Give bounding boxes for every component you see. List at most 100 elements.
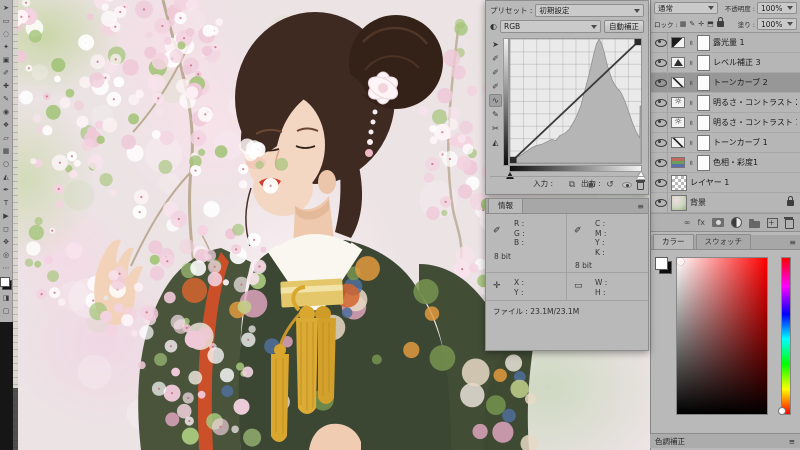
new-group-button[interactable]: [749, 221, 760, 228]
clone-stamp-tool[interactable]: ◉: [0, 106, 12, 119]
view-previous-state-button[interactable]: ◉: [584, 179, 598, 191]
blur-tool[interactable]: ○: [0, 158, 12, 171]
foreground-color-swatch[interactable]: [655, 257, 668, 270]
layer-thumbnail[interactable]: [671, 77, 685, 88]
hue-slider-marker[interactable]: [778, 407, 786, 415]
layer-name[interactable]: レイヤー 1: [690, 177, 729, 188]
layer-thumbnail[interactable]: [671, 117, 685, 128]
layer-thumbnail[interactable]: [671, 137, 685, 148]
layer-mask-thumbnail[interactable]: [697, 155, 710, 171]
draw-curve-pencil[interactable]: ✎: [489, 108, 502, 121]
color-picker-marker[interactable]: [677, 258, 684, 265]
色相・彩度1[interactable]: ∞ 色相・彩度1: [651, 153, 800, 173]
hand-tool[interactable]: ✥: [0, 236, 12, 249]
preset-select[interactable]: 初期設定: [535, 4, 644, 17]
layer-name[interactable]: 明るさ・コントラスト 1: [713, 117, 797, 128]
lock-artboard-icon[interactable]: ⬒: [707, 20, 714, 28]
reset-adjustment-button[interactable]: ↺: [603, 179, 617, 191]
layer-visibility-toggle[interactable]: [654, 93, 668, 112]
black-point-sampler[interactable]: ✐: [489, 52, 502, 65]
layer-thumbnail[interactable]: [671, 175, 687, 191]
lock-paint-icon[interactable]: ✎: [689, 20, 695, 28]
saturation-brightness-field[interactable]: [676, 257, 768, 415]
shape-tool[interactable]: ◻: [0, 223, 12, 236]
clip-to-layer-button[interactable]: ⧉: [565, 179, 579, 191]
lasso-tool[interactable]: ◌: [0, 28, 12, 41]
type-tool[interactable]: T: [0, 197, 12, 210]
bit-depth-right[interactable]: 8 bit: [575, 261, 642, 270]
foreground-background-swatches[interactable]: [0, 277, 12, 290]
channel-select[interactable]: RGB: [500, 20, 601, 33]
curve-point-shadow[interactable]: [510, 157, 517, 163]
path-select-tool[interactable]: ▶: [0, 210, 12, 223]
blend-mode-select[interactable]: 通常: [654, 2, 718, 14]
new-layer-button[interactable]: [767, 218, 778, 228]
brush-tool[interactable]: ✎: [0, 93, 12, 106]
spot-healing-tool[interactable]: ✚: [0, 80, 12, 93]
layer-visibility-toggle[interactable]: [654, 53, 668, 72]
gradient-tool[interactable]: ▦: [0, 145, 12, 158]
レイヤー 1[interactable]: ∞ レイヤー 1: [651, 173, 800, 193]
adjustments-collapsed-tab[interactable]: 色調補正 ≡: [650, 433, 800, 448]
gray-point-sampler[interactable]: ✐: [489, 66, 502, 79]
レベル補正 3[interactable]: ∞ レベル補正 3: [651, 53, 800, 73]
foreground-color-swatch[interactable]: [0, 277, 10, 287]
clipping-display-icon[interactable]: ◭: [489, 136, 502, 149]
panel-menu-icon[interactable]: ≡: [637, 202, 644, 211]
layer-visibility-toggle[interactable]: [654, 73, 668, 92]
foreground-background-swatches[interactable]: [655, 257, 672, 274]
hue-slider[interactable]: [781, 257, 791, 415]
history-brush-tool[interactable]: ❖: [0, 119, 12, 132]
明るさ・コントラスト 2[interactable]: ∞ 明るさ・コントラスト 2: [651, 93, 800, 113]
layer-thumbnail[interactable]: [671, 195, 687, 211]
auto-correct-button[interactable]: 自動補正: [604, 20, 644, 33]
delete-adjustment-button[interactable]: [637, 182, 644, 190]
layer-mask-thumbnail[interactable]: [697, 115, 710, 131]
smooth-curve-button[interactable]: ✂: [489, 122, 502, 135]
layer-thumbnail[interactable]: [671, 97, 685, 108]
white-point-sampler[interactable]: ✐: [489, 80, 502, 93]
curve-point-highlight[interactable]: [634, 39, 641, 45]
layer-visibility-toggle[interactable]: [654, 193, 668, 212]
zoom-tool[interactable]: ◎: [0, 249, 12, 262]
layer-visibility-toggle[interactable]: [654, 173, 668, 192]
layer-mask-thumbnail[interactable]: [697, 135, 710, 151]
edit-points-tool[interactable]: ∿: [489, 94, 502, 107]
quick-selection-tool[interactable]: ✦: [0, 41, 12, 54]
layer-thumbnail[interactable]: [671, 57, 685, 68]
marquee-tool[interactable]: ▭: [0, 15, 12, 28]
fill-select[interactable]: 100%: [757, 18, 797, 30]
lock-position-icon[interactable]: ✛: [698, 20, 704, 28]
layer-effects-button[interactable]: fx: [697, 218, 705, 227]
toggle-visibility-button[interactable]: [622, 182, 632, 188]
crop-tool[interactable]: ▣: [0, 54, 12, 67]
layer-mask-thumbnail[interactable]: [697, 35, 710, 51]
layer-name[interactable]: 露光量 1: [713, 37, 745, 48]
dodge-tool[interactable]: ◭: [0, 171, 12, 184]
layer-visibility-toggle[interactable]: [654, 33, 668, 52]
layer-thumbnail[interactable]: [671, 37, 685, 48]
edit-toolbar-button[interactable]: ⋯: [0, 262, 12, 275]
opacity-select[interactable]: 100%: [757, 2, 797, 14]
トーンカーブ 1[interactable]: ∞ トーンカーブ 1: [651, 133, 800, 153]
screen-mode-button[interactable]: ▢: [0, 305, 12, 318]
layer-thumbnail[interactable]: [671, 157, 685, 168]
トーンカーブ 2[interactable]: ∞ トーンカーブ 2: [651, 73, 800, 93]
lock-all-icon[interactable]: [717, 21, 724, 27]
tab-swatches[interactable]: スウォッチ: [696, 234, 752, 249]
delete-layer-button[interactable]: [785, 219, 794, 229]
layer-visibility-toggle[interactable]: [654, 133, 668, 152]
明るさ・コントラスト 1[interactable]: ∞ 明るさ・コントラスト 1: [651, 113, 800, 133]
layer-name[interactable]: 背景: [690, 197, 706, 208]
pen-tool[interactable]: ✒: [0, 184, 12, 197]
tab-info[interactable]: 情報: [488, 198, 523, 213]
layer-mask-thumbnail[interactable]: [697, 95, 710, 111]
layer-name[interactable]: 色相・彩度1: [713, 157, 758, 168]
layer-visibility-toggle[interactable]: [654, 113, 668, 132]
eyedropper-tool[interactable]: ✐: [0, 67, 12, 80]
quick-mask-button[interactable]: ◨: [0, 292, 12, 305]
layer-name[interactable]: 明るさ・コントラスト 2: [713, 97, 797, 108]
link-layers-button[interactable]: ∞: [684, 218, 691, 227]
bit-depth-left[interactable]: 8 bit: [494, 252, 560, 261]
layer-mask-thumbnail[interactable]: [697, 55, 710, 71]
